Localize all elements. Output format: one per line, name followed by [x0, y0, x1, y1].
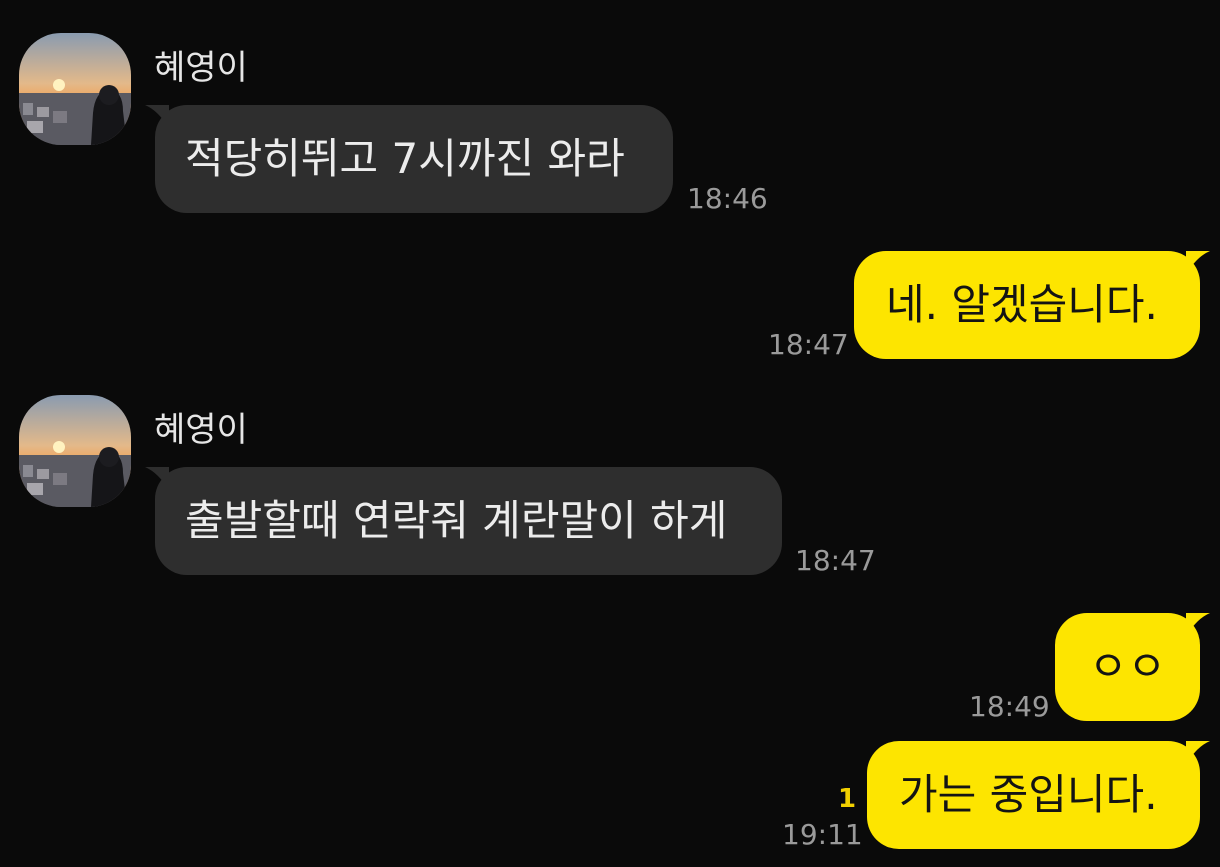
message-bubble-outgoing[interactable]: 가는 중입니다.	[867, 741, 1210, 849]
message-time: 18:49	[969, 690, 1050, 723]
bubble-tail	[145, 105, 169, 129]
sender-avatar[interactable]	[19, 395, 131, 507]
bubble-tail	[1186, 613, 1210, 637]
sender-name: 혜영이	[154, 48, 248, 88]
message-time: 18:47	[795, 544, 876, 577]
message-bubble-incoming[interactable]: 적당히뛰고 7시까진 와라	[145, 105, 673, 213]
unread-count: 1	[838, 784, 857, 814]
sender-avatar[interactable]	[19, 33, 131, 145]
message-time: 18:47	[768, 328, 849, 361]
message-text: ㅇㅇ	[1088, 642, 1167, 691]
message-text: 네. 알겠습니다.	[886, 280, 1158, 329]
message-time: 19:11	[782, 818, 863, 851]
sender-name: 혜영이	[154, 410, 248, 450]
message-bubble-incoming[interactable]: 출발할때 연락줘 계란말이 하게	[145, 467, 782, 575]
message-bubble-outgoing[interactable]: ㅇㅇ	[1055, 613, 1210, 721]
message-bubble-outgoing[interactable]: 네. 알겠습니다.	[854, 251, 1210, 359]
bubble-tail	[1186, 741, 1210, 765]
bubble-tail	[1186, 251, 1210, 275]
message-time: 18:46	[687, 182, 768, 215]
message-text: 적당히뛰고 7시까진 와라	[185, 134, 625, 183]
message-text: 출발할때 연락줘 계란말이 하게	[185, 496, 728, 545]
bubble-tail	[145, 467, 169, 491]
message-text: 가는 중입니다.	[899, 770, 1158, 819]
